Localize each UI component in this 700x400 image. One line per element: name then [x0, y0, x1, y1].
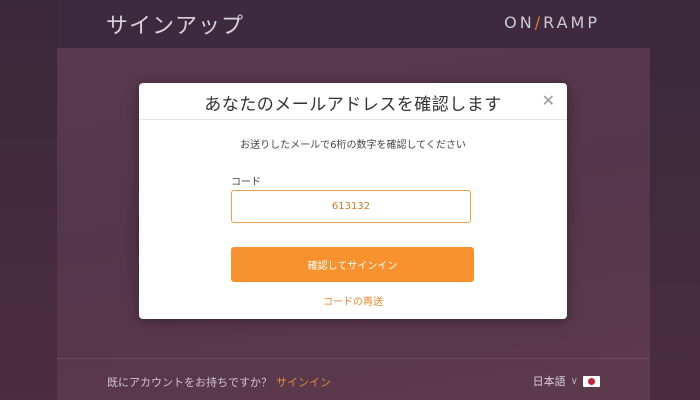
- resend-code-link[interactable]: コードの再送: [139, 293, 567, 308]
- verify-email-modal: あなたのメールアドレスを確認します ✕ お送りしたメールで6桁の数字を確認してく…: [139, 83, 567, 319]
- language-selector[interactable]: 日本語 ∨: [533, 373, 600, 389]
- language-label: 日本語: [532, 375, 566, 388]
- page-title: サインアップ: [106, 14, 245, 39]
- footer-signin-prompt: 既にアカウントをお持ちですか？ サインイン: [107, 374, 331, 390]
- signin-link[interactable]: サインイン: [276, 376, 331, 389]
- modal-header: あなたのメールアドレスを確認します ✕: [139, 83, 567, 120]
- code-field-label: コード: [231, 177, 261, 188]
- japan-flag-icon: [583, 375, 600, 387]
- chevron-down-icon: ∨: [570, 375, 578, 387]
- brand-right: RAMP: [543, 13, 600, 32]
- card-header: サインアップ ON/RAMP: [57, 0, 650, 48]
- brand-logo: ON/RAMP: [504, 13, 600, 32]
- background-left: [0, 0, 57, 400]
- close-icon[interactable]: ✕: [542, 91, 555, 110]
- footer-divider: [57, 358, 650, 359]
- modal-instruction: お送りしたメールで6桁の数字を確認してください: [240, 140, 466, 151]
- modal-title: あなたのメールアドレスを確認します: [204, 95, 502, 115]
- verify-and-signin-button[interactable]: 確認してサインイン: [231, 247, 474, 282]
- code-input[interactable]: [231, 190, 471, 223]
- background-right: [650, 0, 700, 400]
- brand-left: ON: [504, 13, 535, 32]
- signin-prompt-text: 既にアカウントをお持ちですか？: [107, 376, 272, 389]
- brand-slash: /: [534, 13, 544, 32]
